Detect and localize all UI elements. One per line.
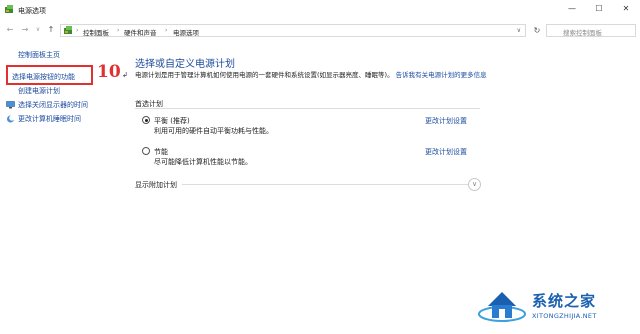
sidebar-sleep-time-link[interactable]: 更改计算机睡眠时间: [18, 114, 81, 124]
balanced-plan-name[interactable]: 平衡 (推荐): [154, 116, 190, 126]
close-button[interactable]: ✕: [617, 3, 635, 15]
minimize-button[interactable]: —: [563, 3, 581, 15]
breadcrumb-hardware-sound[interactable]: 硬件和声音: [124, 27, 157, 37]
show-additional-plans-label[interactable]: 显示附加计划: [135, 180, 177, 190]
additional-plans-divider: [182, 184, 468, 185]
breadcrumb[interactable]: › 控制面板 › 硬件和声音 › 电源选项 ∨: [60, 24, 526, 37]
display-icon: [6, 101, 15, 109]
search-box[interactable]: 搜索控制面板: [546, 24, 636, 37]
power-saver-plan-radio[interactable]: [142, 147, 150, 155]
back-button[interactable]: ←: [5, 24, 15, 36]
sleep-icon: [7, 115, 15, 123]
expand-chevron-icon[interactable]: ∨: [468, 178, 481, 191]
balanced-change-settings-link[interactable]: 更改计划设置: [425, 116, 467, 126]
breadcrumb-separator: ›: [117, 27, 120, 34]
breadcrumb-control-panel[interactable]: 控制面板: [83, 27, 109, 37]
sidebar-create-plan-link[interactable]: 创建电源计划: [18, 86, 60, 96]
power-saver-plan-desc: 尽可能降低计算机性能以节能。: [154, 158, 252, 166]
balanced-plan-desc: 利用可用的硬件自动平衡功耗与性能。: [154, 127, 273, 135]
sidebar-display-off-link[interactable]: 选择关闭显示器的时间: [18, 100, 88, 110]
recent-locations-button[interactable]: ∨: [33, 24, 43, 36]
cursor-icon: ↲: [122, 71, 128, 79]
description-text: 电源计划是用于管理计算机如何使用电源的一套硬件和系统设置(如显示器亮度、睡眠等)…: [135, 71, 394, 79]
forward-button[interactable]: →: [20, 24, 30, 36]
section-divider: [135, 108, 480, 109]
maximize-button[interactable]: ☐: [590, 3, 608, 15]
sidebar-home-link[interactable]: 控制面板主页: [18, 50, 60, 60]
page-title: 选择或自定义电源计划: [135, 59, 235, 70]
watermark-house-logo: [478, 292, 526, 322]
window-title: 电源选项: [18, 7, 46, 15]
power-saver-plan-name[interactable]: 节能: [154, 147, 168, 157]
watermark-url: XITONGZHIJIA.NET: [532, 312, 597, 320]
search-input[interactable]: 搜索控制面板: [563, 27, 602, 37]
breadcrumb-separator: ›: [76, 27, 79, 34]
refresh-button[interactable]: ↻: [531, 24, 543, 37]
learn-more-link[interactable]: 告诉我有关电源计划的更多信息: [396, 71, 487, 79]
balanced-plan-radio[interactable]: [142, 116, 150, 124]
watermark-name: 系统之家: [532, 292, 597, 310]
page-description: 电源计划是用于管理计算机如何使用电源的一套硬件和系统设置(如显示器亮度、睡眠等)…: [135, 71, 490, 80]
address-dropdown-icon[interactable]: ∨: [517, 27, 521, 34]
breadcrumb-power-options[interactable]: 电源选项: [173, 27, 199, 37]
power-options-icon: [5, 5, 13, 13]
control-panel-icon: [64, 26, 72, 34]
sidebar-power-buttons-link[interactable]: 选择电源按钮的功能: [12, 72, 75, 82]
title-bar: 电源选项 — ☐ ✕: [0, 0, 640, 20]
breadcrumb-separator: ›: [165, 27, 168, 34]
step-number: 10: [97, 62, 121, 82]
address-bar: ← → ∨ ↑ › 控制面板 › 硬件和声音 › 电源选项 ∨ ↻ 搜索控制面板: [0, 20, 640, 40]
up-button[interactable]: ↑: [46, 24, 56, 36]
watermark: 系统之家 XITONGZHIJIA.NET: [478, 282, 640, 334]
power-saver-change-settings-link[interactable]: 更改计划设置: [425, 147, 467, 157]
